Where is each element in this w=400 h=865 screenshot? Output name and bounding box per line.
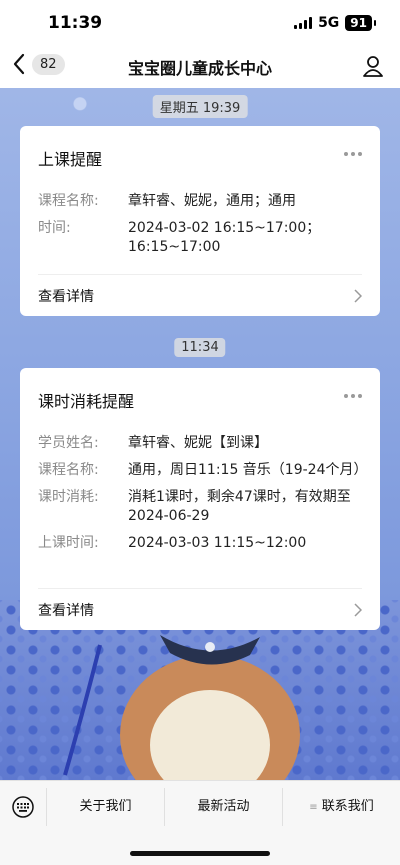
ellipsis-icon[interactable] (344, 152, 362, 156)
chevron-right-icon (354, 288, 362, 303)
menu-item-label: 最新活动 (197, 799, 250, 814)
chat-title: 宝宝圈儿童成长中心 (127, 59, 272, 78)
unread-count-badge: 82 (32, 53, 65, 75)
card-row: 时间: 2024-03-02 16:15~17:00；16:15~17:00 (38, 219, 362, 257)
card-rows: 学员姓名: 章轩睿、妮妮【到课】 课程名称: 通用，周日11:15 音乐（19-… (38, 434, 368, 553)
submenu-indicator-icon: ≡ (309, 802, 318, 813)
row-label: 课时消耗: (38, 489, 99, 505)
menu-item-about-us[interactable]: 关于我们 (46, 788, 164, 826)
view-details-label: 查看详情 (38, 288, 94, 305)
row-value: 2024-03-02 16:15~17:00；16:15~17:00 (128, 220, 321, 255)
row-label: 学员姓名: (38, 435, 99, 451)
network-type: 5G (318, 15, 340, 31)
cellular-signal-icon (294, 17, 313, 29)
message-timestamp: 星期五 19:39 (152, 95, 248, 118)
menu-item-label: 联系我们 (321, 799, 374, 814)
card-row: 课时消耗: 消耗1课时，剩余47课时，有效期至2024-06-29 (38, 488, 362, 526)
card-row: 学员姓名: 章轩睿、妮妮【到课】 (38, 434, 362, 453)
bottom-menu: 关于我们 最新活动 ≡ 联系我们 (0, 780, 400, 865)
card-rows: 课程名称: 章轩睿、妮妮，通用；通用 时间: 2024-03-02 16:15~… (38, 192, 362, 257)
menu-item-latest-activities[interactable]: 最新活动 (164, 788, 282, 826)
row-label: 上课时间: (38, 535, 99, 551)
chevron-left-icon (13, 53, 25, 75)
person-icon[interactable] (362, 54, 384, 78)
view-details-label: 查看详情 (38, 602, 94, 619)
row-value: 消耗1课时，剩余47课时，有效期至2024-06-29 (128, 489, 351, 524)
home-indicator (130, 851, 270, 856)
keyboard-icon (12, 796, 34, 818)
background-dog-image (63, 635, 300, 785)
message-card[interactable]: 上课提醒 课程名称: 章轩睿、妮妮，通用；通用 时间: 2024-03-02 1… (20, 126, 380, 316)
menu-item-label: 关于我们 (79, 799, 132, 814)
row-value: 章轩睿、妮妮【到课】 (128, 435, 268, 451)
row-value: 通用，周日11:15 音乐（19-24个月） (128, 462, 368, 478)
message-timestamp: 11:34 (174, 338, 226, 357)
chevron-right-icon (354, 602, 362, 617)
row-label: 时间: (38, 220, 71, 236)
menu-row: 关于我们 最新活动 ≡ 联系我们 (0, 781, 400, 833)
card-title: 上课提醒 (38, 150, 103, 169)
status-time: 11:39 (48, 13, 103, 33)
menu-item-contact-us[interactable]: ≡ 联系我们 (282, 788, 400, 826)
card-row: 课程名称: 通用，周日11:15 音乐（19-24个月） (38, 461, 368, 480)
ellipsis-icon[interactable] (344, 394, 362, 398)
card-row: 上课时间: 2024-03-03 11:15~12:00 (38, 534, 362, 553)
message-card[interactable]: 课时消耗提醒 学员姓名: 章轩睿、妮妮【到课】 课程名称: 通用，周日11:15… (20, 368, 380, 630)
row-value: 章轩睿、妮妮，通用；通用 (128, 193, 296, 209)
row-label: 课程名称: (38, 462, 99, 478)
card-row: 课程名称: 章轩睿、妮妮，通用；通用 (38, 192, 362, 211)
status-bar: 11:39 5G 91 (0, 0, 400, 46)
status-indicators: 5G 91 (294, 15, 376, 31)
row-label: 课程名称: (38, 193, 99, 209)
navigation-bar: 82 宝宝圈儿童成长中心 (0, 46, 400, 88)
view-details-link[interactable]: 查看详情 (38, 274, 362, 316)
keyboard-toggle-button[interactable] (0, 796, 46, 818)
card-title: 课时消耗提醒 (38, 392, 135, 411)
row-value: 2024-03-03 11:15~12:00 (128, 535, 307, 551)
battery-icon: 91 (345, 15, 376, 31)
view-details-link[interactable]: 查看详情 (38, 588, 362, 630)
back-button[interactable]: 82 (12, 52, 65, 76)
